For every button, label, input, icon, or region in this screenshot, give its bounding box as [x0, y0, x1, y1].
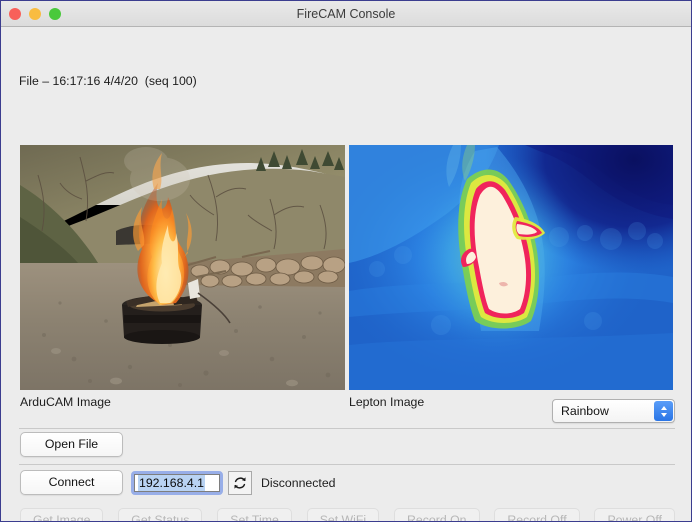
chevron-updown-icon[interactable]	[654, 401, 673, 421]
set-wifi-button[interactable]: Set WiFi	[306, 508, 380, 521]
separator-above-connect	[19, 464, 675, 465]
window-controls	[9, 7, 61, 20]
get-status-button[interactable]: Get Status	[118, 508, 203, 521]
get-image-button[interactable]: Get Image	[20, 508, 104, 521]
power-off-button[interactable]: Power Off	[594, 508, 675, 521]
ip-address-input[interactable]: 192.168.4.1	[131, 471, 223, 495]
lepton-image-graphic	[349, 145, 673, 390]
arducam-caption: ArduCAM Image	[20, 395, 111, 409]
refresh-button[interactable]	[228, 471, 252, 495]
connect-button[interactable]: Connect	[20, 470, 123, 495]
zoom-button-icon[interactable]	[49, 7, 61, 20]
palette-select[interactable]: Rainbow	[552, 399, 675, 423]
ip-address-value: 192.168.4.1	[138, 475, 205, 491]
minimize-button-icon[interactable]	[29, 7, 41, 20]
close-button-icon[interactable]	[9, 7, 21, 20]
lepton-image[interactable]	[349, 145, 673, 390]
separator-above-open-file	[19, 428, 675, 429]
record-off-button[interactable]: Record Off	[494, 508, 580, 521]
arducam-image[interactable]	[20, 145, 345, 390]
arducam-image-graphic	[20, 145, 345, 390]
window-title: FireCAM Console	[296, 6, 396, 21]
action-button-row: Get Image Get Status Set Time Set WiFi R…	[20, 508, 675, 521]
refresh-icon	[234, 477, 246, 489]
title-bar[interactable]: FireCAM Console	[1, 1, 691, 27]
lepton-caption: Lepton Image	[349, 395, 425, 409]
connection-status: Disconnected	[261, 476, 336, 490]
set-time-button[interactable]: Set Time	[217, 508, 292, 521]
firecam-console-window: FireCAM Console File – 16:17:16 4/4/20 (…	[0, 0, 692, 522]
palette-select-value: Rainbow	[561, 404, 609, 418]
record-on-button[interactable]: Record On	[394, 508, 480, 521]
open-file-button[interactable]: Open File	[20, 432, 123, 457]
file-line: File – 16:17:16 4/4/20 (seq 100)	[19, 74, 197, 88]
window-content: File – 16:17:16 4/4/20 (seq 100) Camera:…	[1, 27, 691, 521]
